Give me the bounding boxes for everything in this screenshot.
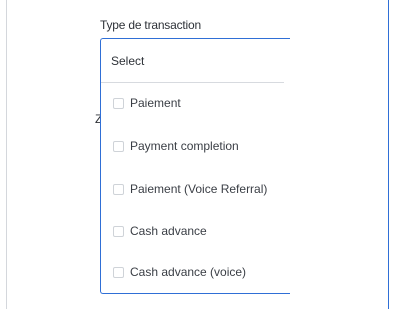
checkbox-icon[interactable] [113,183,124,195]
option-label: Cash advance [130,224,207,238]
option-paiement-voice-referral[interactable]: Paiement (Voice Referral) [113,181,267,197]
option-cash-advance-voice[interactable]: Cash advance (voice) [113,264,246,280]
page-right-border [388,0,389,309]
checkbox-icon[interactable] [113,140,124,152]
option-label: Paiement [130,96,181,110]
option-label: Paiement (Voice Referral) [130,182,268,196]
checkbox-icon[interactable] [113,266,124,278]
option-label: Cash advance (voice) [130,265,247,279]
transaction-type-dropdown[interactable]: Select Paiement Payment completion Paiem… [100,38,290,294]
transaction-type-label: Type de transaction [100,18,201,32]
option-paiement[interactable]: Paiement [113,95,181,111]
page-left-border [6,0,7,309]
option-cash-advance[interactable]: Cash advance [113,223,207,239]
option-label: Payment completion [130,139,239,153]
select-field[interactable]: Select [101,39,284,83]
select-placeholder: Select [111,53,145,68]
option-payment-completion[interactable]: Payment completion [113,138,239,154]
checkbox-icon[interactable] [113,97,124,109]
checkbox-icon[interactable] [113,225,124,237]
